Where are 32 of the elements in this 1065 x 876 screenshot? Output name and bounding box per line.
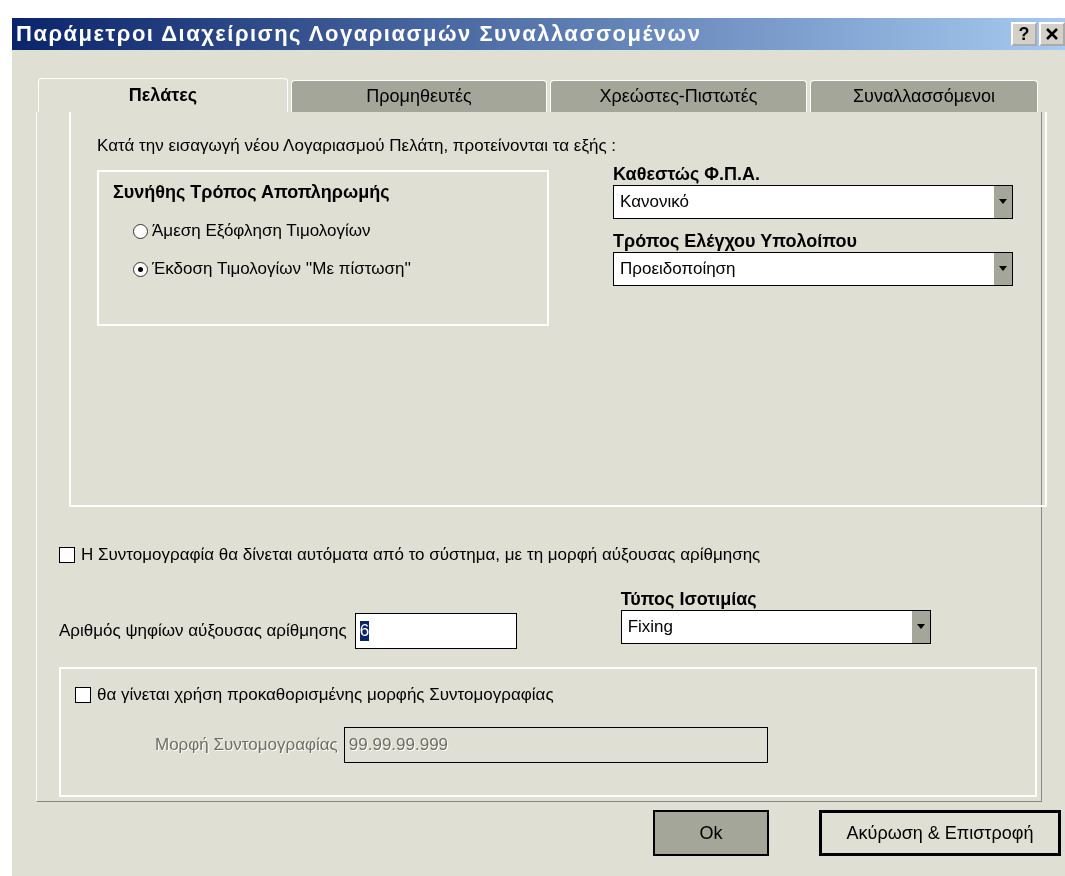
field-label: Μορφή Συντομογραφίας: [155, 735, 338, 755]
field-label: Αριθμός ψηφίων αύξουσας αρίθμησης: [59, 621, 347, 641]
dialog-button[interactable]: Ok: [653, 810, 769, 856]
tab[interactable]: Πελάτες: [38, 78, 288, 112]
window-title: Παράμετροι Διαχείρισης Λογαριασμών Συναλλασσομένων: [16, 21, 702, 47]
dialog-button[interactable]: Ακύρωση & Επιστροφή: [819, 810, 1061, 856]
dropdown[interactable]: Fixing: [620, 610, 931, 644]
checkbox-label: θα γίνεται χρήση προκαθορισμένης μορφής Συντομογραφίας: [97, 685, 554, 705]
help-button[interactable]: ?: [1011, 22, 1037, 46]
radio-label: Άμεση Εξόφληση Τιμολογίων: [152, 221, 371, 241]
field-label: Τρόπος Ελέγχου Υπολοίπου: [613, 231, 859, 252]
radio-button[interactable]: [133, 261, 148, 277]
close-icon: [1044, 26, 1060, 42]
dropdown[interactable]: Προειδοποίηση: [613, 252, 1013, 286]
group-title: Συνήθης Τρόπος Αποπληρωμής: [113, 182, 391, 203]
close-button[interactable]: [1039, 22, 1065, 46]
tab[interactable]: Χρεώστες-Πιστωτές: [550, 80, 807, 112]
field-label: Τύπος Ισοτιμίας: [620, 589, 758, 610]
caret-icon: [915, 624, 926, 630]
intro-text: Κατά την εισαγωγή νέου Λογαριασμού Πελάτη, προτείνονται τα εξής :: [97, 136, 618, 156]
checkbox[interactable]: [75, 687, 91, 703]
tab[interactable]: Προμηθευτές: [291, 80, 547, 112]
input-field[interactable]: 6: [354, 613, 517, 649]
dropdown[interactable]: Κανονικό: [613, 185, 1013, 219]
tab[interactable]: Συναλλασσόμενοι: [810, 80, 1038, 112]
caret-icon: [998, 266, 1008, 272]
checkbox-label: Η Συντομογραφία θα δίνεται αυτόματα από το σύστημα, με τη μορφή αύξουσας αρίθμησης: [81, 545, 761, 565]
checkbox[interactable]: [59, 547, 75, 563]
field-label: Καθεστώς Φ.Π.Α.: [613, 164, 762, 185]
caret-icon: [998, 199, 1008, 205]
radio-button[interactable]: [133, 223, 148, 239]
radio-label: Έκδοση Τιμολογίων ''Με πίστωση'': [152, 259, 411, 279]
